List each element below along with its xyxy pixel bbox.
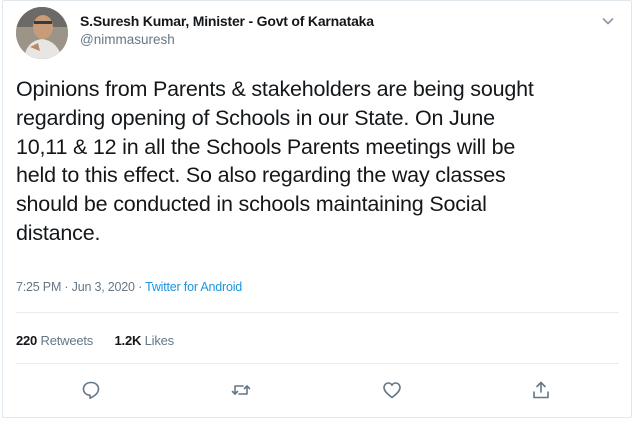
retweets-count: 220 <box>16 333 38 348</box>
tweet-source-link[interactable]: Twitter for Android <box>145 280 242 294</box>
likes-stat[interactable]: 1.2K Likes <box>114 333 175 348</box>
retweets-label: Retweets <box>40 333 94 348</box>
likes-label: Likes <box>144 333 175 348</box>
likes-count: 1.2K <box>114 333 142 348</box>
tweet-text: Opinions from Parents & stakeholders are… <box>16 77 534 245</box>
tweet-timestamp[interactable]: 7:25 PM · Jun 3, 2020 <box>16 280 135 294</box>
share-icon[interactable] <box>530 379 552 401</box>
retweets-stat[interactable]: 220 Retweets <box>16 333 93 348</box>
retweet-icon[interactable] <box>230 379 252 401</box>
meta-separator: · <box>138 280 143 294</box>
tweet-stats: 220 Retweets 1.2K Likes <box>16 333 192 348</box>
author-name[interactable]: S.Suresh Kumar, Minister - Govt of Karna… <box>80 13 374 29</box>
reply-icon[interactable] <box>80 379 102 401</box>
tweet-card: S.Suresh Kumar, Minister - Govt of Karna… <box>2 0 632 418</box>
avatar[interactable] <box>16 7 68 59</box>
tweet-actions <box>3 379 633 403</box>
divider <box>16 312 619 313</box>
chevron-down-icon[interactable] <box>599 12 617 30</box>
heart-icon[interactable] <box>381 379 403 401</box>
divider <box>16 363 619 364</box>
tweet-meta: 7:25 PM · Jun 3, 2020 · Twitter for Andr… <box>16 280 242 294</box>
author-handle[interactable]: @nimmasuresh <box>80 32 175 47</box>
